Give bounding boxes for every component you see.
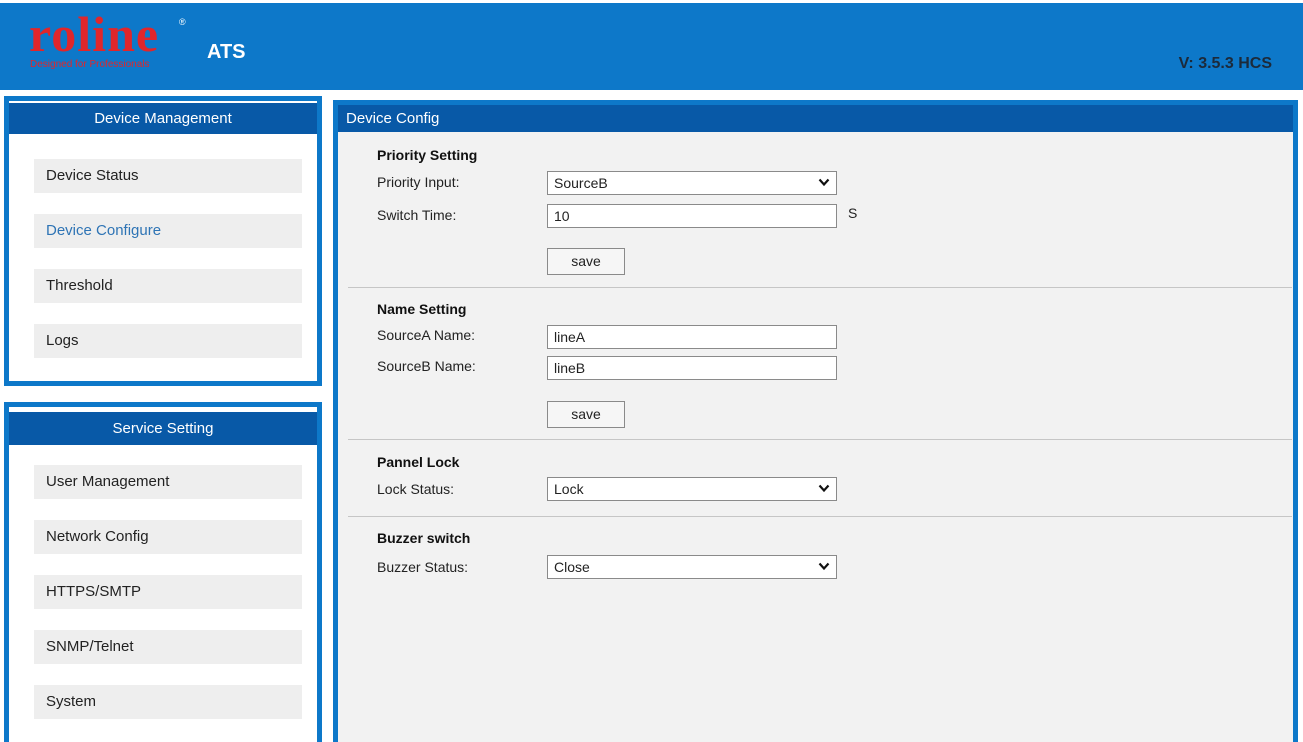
logo-wordmark: roline [29,6,160,62]
pannel-lock-heading: Pannel Lock [377,454,460,470]
logo-tagline: Designed for Professionals [30,59,150,70]
service-setting-title: Service Setting [9,412,317,445]
priority-input-label: Priority Input: [377,174,460,190]
buzzer-status-label: Buzzer Status: [377,559,469,575]
sidebar-item-https-smtp[interactable]: HTTPS/SMTP [34,575,302,609]
buzzer-status-value: Close [554,559,590,575]
logo-registered-mark: ® [179,17,186,27]
source-b-name-input[interactable]: lineB [547,356,837,380]
source-a-name-input[interactable]: lineA [547,325,837,349]
chevron-down-icon [818,178,830,187]
source-a-name-label: SourceA Name: [377,327,476,343]
lock-status-value: Lock [554,481,584,497]
sidebar-item-device-configure[interactable]: Device Configure [34,214,302,248]
switch-time-input[interactable]: 10 [547,204,837,228]
lock-status-select[interactable]: Lock [547,477,837,501]
sidebar-item-user-management[interactable]: User Management [34,465,302,499]
switch-time-unit: S [848,205,858,221]
switch-time-label: Switch Time: [377,207,457,223]
section-divider [348,287,1292,288]
version-label: V: 3.5.3 HCS [1178,55,1272,72]
roline-logo: roline ® Designed for Professionals [29,9,189,73]
device-management-title: Device Management [9,103,317,134]
priority-input-value: SourceB [554,175,608,191]
sidebar-item-device-status[interactable]: Device Status [34,159,302,193]
buzzer-status-select[interactable]: Close [547,555,837,579]
priority-setting-heading: Priority Setting [377,147,478,163]
service-setting-panel: Service Setting User Management Network … [4,402,322,742]
sidebar-item-network-config[interactable]: Network Config [34,520,302,554]
sidebar-item-threshold[interactable]: Threshold [34,269,302,303]
device-config-title: Device Config [338,105,1293,132]
device-management-panel: Device Management Device Status Device C… [4,96,322,386]
chevron-down-icon [818,562,830,571]
section-divider [348,439,1292,440]
lock-status-label: Lock Status: [377,481,455,497]
buzzer-switch-heading: Buzzer switch [377,530,471,546]
app-title: ATS [207,41,246,63]
priority-input-select[interactable]: SourceB [547,171,837,195]
sidebar-item-logs[interactable]: Logs [34,324,302,358]
name-setting-heading: Name Setting [377,301,467,317]
source-b-name-label: SourceB Name: [377,358,476,374]
chevron-down-icon [818,484,830,493]
top-header: roline ® Designed for Professionals ATS … [0,0,1303,90]
device-config-panel: Device Config Priority Setting Priority … [333,100,1298,742]
sidebar-item-snmp-telnet[interactable]: SNMP/Telnet [34,630,302,664]
priority-save-button[interactable]: save [547,248,625,275]
section-divider [348,516,1292,517]
name-save-button[interactable]: save [547,401,625,428]
sidebar-item-system[interactable]: System [34,685,302,719]
